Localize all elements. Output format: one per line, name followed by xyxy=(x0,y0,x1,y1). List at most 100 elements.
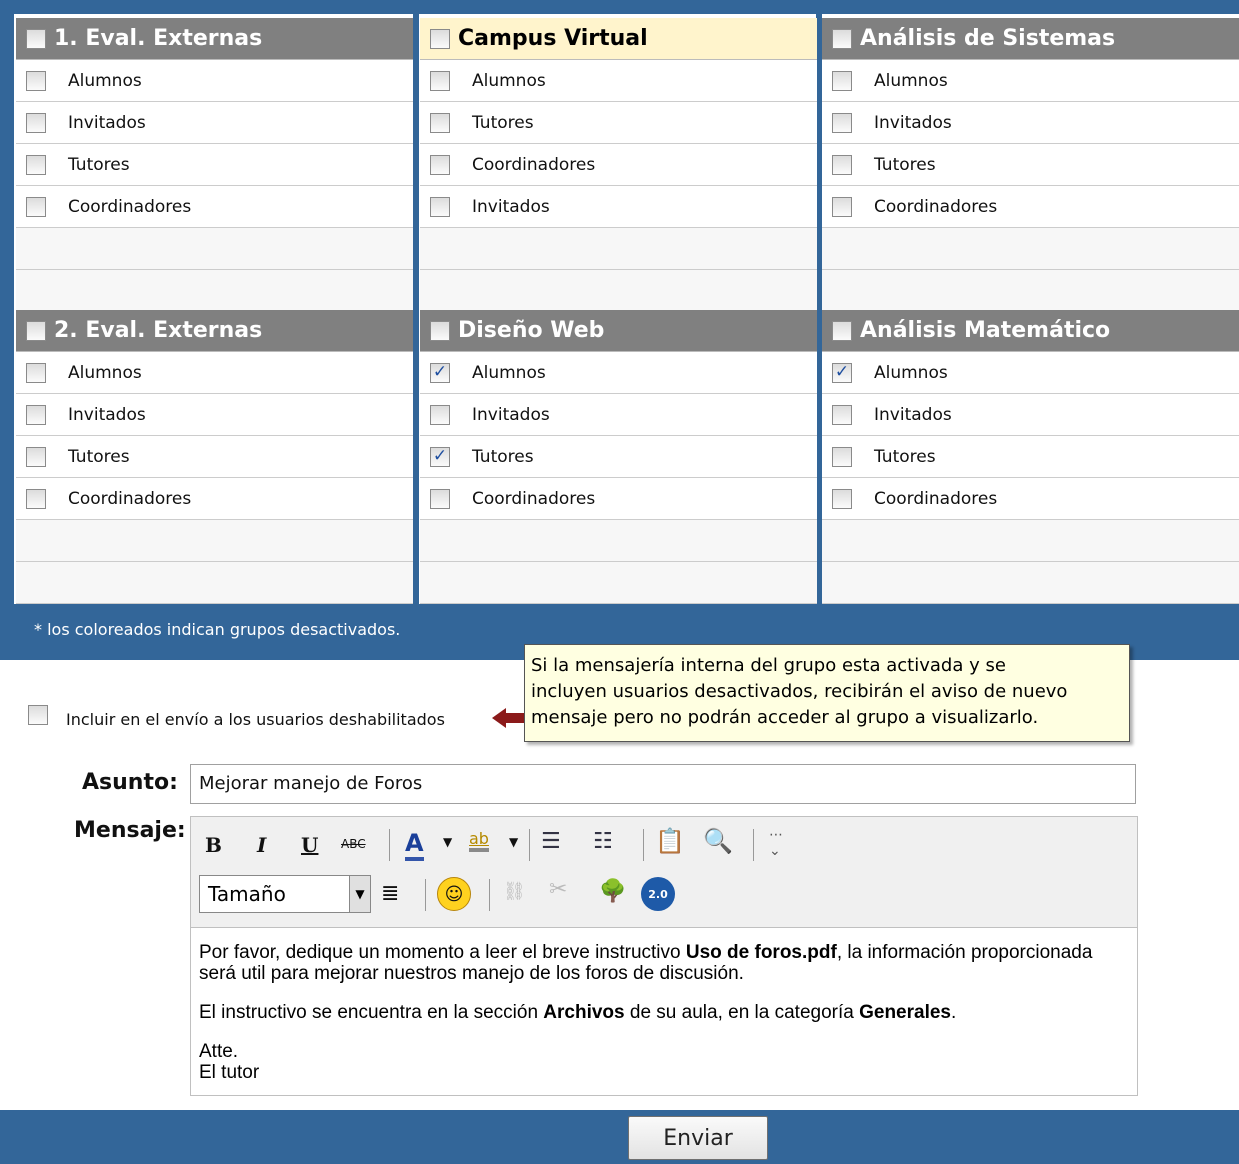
column-separator xyxy=(413,14,419,604)
role-checkbox[interactable] xyxy=(430,404,450,425)
role-row[interactable]: Invitados xyxy=(16,102,413,144)
role-row[interactable]: Alumnos xyxy=(420,60,817,102)
paste-word-icon[interactable]: 📋 xyxy=(655,827,685,855)
role-checkbox[interactable] xyxy=(26,488,46,509)
toolbar-separator xyxy=(643,829,644,861)
role-row[interactable]: Alumnos xyxy=(16,352,413,394)
group-header[interactable]: Análisis de Sistemas xyxy=(822,18,1239,60)
role-label: Tutores xyxy=(874,154,936,175)
group-checkbox[interactable] xyxy=(430,28,450,49)
subject-input[interactable]: Mejorar manejo de Foros xyxy=(190,764,1136,804)
message-body[interactable]: Por favor, dedique un momento a leer el … xyxy=(191,928,1137,1097)
toolbar-separator xyxy=(389,829,390,861)
role-checkbox[interactable] xyxy=(832,488,852,509)
signature-line: El tutor xyxy=(199,1062,260,1083)
role-row[interactable]: Alumnos xyxy=(822,60,1239,102)
role-row[interactable]: Invitados xyxy=(822,102,1239,144)
role-row[interactable]: Tutores xyxy=(822,436,1239,478)
numbered-list-icon[interactable]: ☷ xyxy=(593,829,613,854)
role-row[interactable]: Invitados xyxy=(16,394,413,436)
underline-button[interactable]: U xyxy=(301,833,318,857)
role-row[interactable]: Tutores xyxy=(16,436,413,478)
font-size-select[interactable]: Tamaño ▼ xyxy=(199,875,371,913)
role-row[interactable]: Tutores xyxy=(420,102,817,144)
highlight-dropdown-icon[interactable]: ▼ xyxy=(509,835,518,849)
web20-icon[interactable]: 2.0 xyxy=(641,877,675,911)
role-label: Coordinadores xyxy=(472,154,596,175)
role-checkbox[interactable] xyxy=(430,196,450,217)
highlight-color-button[interactable]: ab xyxy=(469,829,489,852)
role-row[interactable]: Tutores xyxy=(822,144,1239,186)
role-checkbox[interactable] xyxy=(430,112,450,133)
bold-button[interactable]: B xyxy=(205,833,222,857)
role-checkbox[interactable] xyxy=(26,112,46,133)
role-row[interactable]: Coordinadores xyxy=(16,186,413,228)
role-checkbox[interactable] xyxy=(26,404,46,425)
chevron-down-icon[interactable]: ▼ xyxy=(349,876,370,912)
include-disabled-option[interactable]: Incluir en el envío a los usuarios desha… xyxy=(28,700,445,729)
role-row[interactable]: ✓ Tutores xyxy=(420,436,817,478)
group-header[interactable]: 2. Eval. Externas xyxy=(16,310,413,352)
expand-toolbar-icon[interactable]: ⋯ ⌄ xyxy=(769,827,783,859)
role-checkbox[interactable] xyxy=(26,70,46,91)
role-row[interactable]: Coordinadores xyxy=(822,186,1239,228)
empty-row xyxy=(16,270,413,312)
role-row[interactable]: Invitados xyxy=(420,186,817,228)
role-checkbox[interactable] xyxy=(430,154,450,175)
group-checkbox[interactable] xyxy=(26,28,46,49)
empty-row xyxy=(822,562,1239,604)
role-row[interactable]: Alumnos xyxy=(16,60,413,102)
message-label: Mensaje: xyxy=(74,818,186,843)
role-row[interactable]: ✓ Alumnos xyxy=(822,352,1239,394)
role-checkbox[interactable] xyxy=(832,70,852,91)
role-checkbox[interactable] xyxy=(26,154,46,175)
role-checkbox[interactable] xyxy=(26,446,46,467)
role-checkbox[interactable] xyxy=(832,196,852,217)
font-color-dropdown-icon[interactable]: ▼ xyxy=(443,835,452,849)
role-row[interactable]: Coordinadores xyxy=(822,478,1239,520)
role-label: Coordinadores xyxy=(68,488,192,509)
role-checkbox[interactable] xyxy=(832,112,852,133)
insert-link-icon: ⛓ xyxy=(503,881,526,902)
strikethrough-button[interactable]: ABC xyxy=(341,837,366,851)
group-checkbox[interactable] xyxy=(832,28,852,49)
preview-icon[interactable]: 🔍 xyxy=(703,827,733,855)
group-header[interactable]: 1. Eval. Externas xyxy=(16,18,413,60)
role-checkbox[interactable] xyxy=(430,70,450,91)
font-color-button[interactable]: A xyxy=(405,829,424,861)
role-checkbox[interactable]: ✓ xyxy=(832,362,852,383)
group-title: Análisis Matemático xyxy=(860,318,1111,343)
role-checkbox[interactable] xyxy=(832,154,852,175)
send-button[interactable]: Enviar xyxy=(628,1116,768,1160)
role-checkbox[interactable]: ✓ xyxy=(430,362,450,383)
group-header[interactable]: Análisis Matemático xyxy=(822,310,1239,352)
group-header[interactable]: Campus Virtual xyxy=(420,18,817,60)
role-checkbox[interactable]: ✓ xyxy=(430,446,450,467)
message-text: Por favor, dedique un momento a leer el … xyxy=(199,942,686,963)
align-justify-icon[interactable]: ≣ xyxy=(381,881,399,906)
role-row[interactable]: Invitados xyxy=(420,394,817,436)
empty-row xyxy=(420,270,817,312)
bullet-list-icon[interactable]: ☰ xyxy=(541,829,561,854)
italic-button[interactable]: I xyxy=(257,833,266,857)
role-row[interactable]: Coordinadores xyxy=(16,478,413,520)
role-checkbox[interactable] xyxy=(430,488,450,509)
font-size-value: Tamaño xyxy=(208,882,286,906)
group-header[interactable]: Diseño Web xyxy=(420,310,817,352)
group-checkbox[interactable] xyxy=(832,320,852,341)
role-checkbox[interactable] xyxy=(26,362,46,383)
group-checkbox[interactable] xyxy=(26,320,46,341)
role-checkbox[interactable] xyxy=(832,446,852,467)
role-row[interactable]: Tutores xyxy=(16,144,413,186)
insert-image-icon[interactable]: 🌳 xyxy=(599,879,626,904)
role-row[interactable]: Invitados xyxy=(822,394,1239,436)
role-row[interactable]: ✓ Alumnos xyxy=(420,352,817,394)
role-checkbox[interactable] xyxy=(832,404,852,425)
group-checkbox[interactable] xyxy=(430,320,450,341)
emoticon-icon[interactable]: ☺ xyxy=(437,877,471,911)
include-disabled-checkbox[interactable] xyxy=(28,704,48,725)
role-row[interactable]: Coordinadores xyxy=(420,478,817,520)
role-row[interactable]: Coordinadores xyxy=(420,144,817,186)
role-checkbox[interactable] xyxy=(26,196,46,217)
group-panel: 1. Eval. Externas Alumnos Invitados Tutores… xyxy=(16,18,413,312)
